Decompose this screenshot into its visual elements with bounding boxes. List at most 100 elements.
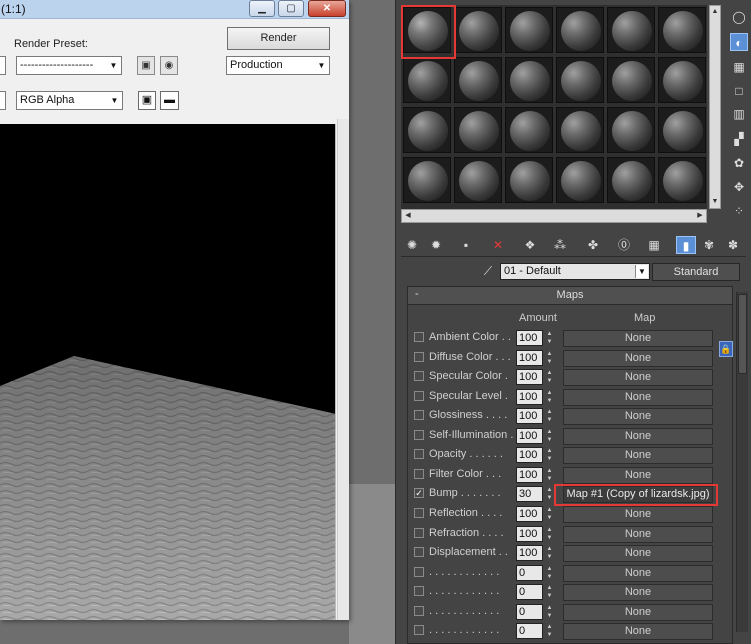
scroll-down-icon[interactable]: ▼	[710, 196, 720, 208]
material-slot[interactable]	[454, 57, 502, 103]
map-slot-button[interactable]: None	[563, 564, 713, 582]
map-amount-field[interactable]: 100	[516, 349, 543, 366]
amount-spinner-icon[interactable]: ▲ ▼	[545, 350, 554, 366]
assign-to-selection-icon[interactable]: ▪	[456, 236, 476, 254]
map-enable-checkbox[interactable]	[414, 586, 424, 597]
map-slot-button[interactable]: None	[563, 584, 713, 602]
make-unique-icon[interactable]: ⁂	[550, 236, 570, 254]
material-type-button[interactable]: Standard	[652, 263, 740, 281]
amount-spinner-icon[interactable]: ▲ ▼	[545, 467, 554, 483]
map-amount-field[interactable]: 30	[516, 486, 543, 503]
map-slot-button[interactable]: None	[563, 427, 713, 445]
map-amount-field[interactable]: 100	[516, 447, 543, 464]
material-navigator-icon[interactable]: ⁘	[730, 202, 748, 220]
slots-horizontal-scrollbar[interactable]: ◀ ▶	[401, 209, 707, 223]
amount-spinner-icon[interactable]: ▲ ▼	[545, 545, 554, 561]
map-enable-checkbox[interactable]	[414, 332, 424, 342]
go-forward-sibling-icon[interactable]: ✽	[723, 236, 743, 254]
map-amount-field[interactable]: 0	[516, 623, 543, 640]
map-slot-button[interactable]: None	[563, 388, 713, 406]
material-slot[interactable]	[658, 57, 706, 103]
map-slot-button[interactable]: None	[563, 330, 713, 347]
material-slot[interactable]	[556, 7, 604, 53]
material-slot[interactable]	[556, 157, 604, 203]
scroll-left-icon[interactable]: ◀	[402, 210, 414, 222]
material-slot[interactable]	[556, 57, 604, 103]
show-map-icon[interactable]: ▦	[644, 236, 664, 254]
minimize-button[interactable]: ▁	[249, 0, 275, 17]
map-enable-checkbox[interactable]	[414, 371, 424, 382]
render-preset-dropdown[interactable]: -------------------- ▼	[16, 56, 122, 75]
material-id-channel-icon[interactable]: ⓪	[614, 236, 634, 254]
make-preview-icon[interactable]: ▞	[730, 130, 748, 148]
backlight-icon[interactable]: ◐	[730, 33, 748, 51]
material-slot[interactable]	[454, 7, 502, 53]
map-enable-checkbox[interactable]	[414, 410, 424, 421]
map-slot-button[interactable]: None	[563, 466, 713, 484]
toggle-ui-icon[interactable]: ▬	[160, 91, 179, 110]
material-slot[interactable]	[505, 7, 553, 53]
get-material-icon[interactable]: ✺	[402, 236, 422, 254]
map-amount-field[interactable]: 100	[516, 388, 543, 405]
map-enable-checkbox[interactable]	[414, 547, 424, 558]
area-to-render-dropdown[interactable]	[0, 56, 6, 75]
material-slot[interactable]	[505, 107, 553, 153]
maximize-button[interactable]: ▢	[278, 0, 304, 17]
map-amount-field[interactable]: 0	[516, 584, 543, 601]
material-slot[interactable]	[403, 157, 451, 203]
amount-spinner-icon[interactable]: ▲ ▼	[545, 330, 554, 346]
material-slot[interactable]	[607, 107, 655, 153]
close-button[interactable]: ✕	[308, 0, 346, 17]
map-amount-field[interactable]: 100	[516, 369, 543, 386]
amount-spinner-icon[interactable]: ▲ ▼	[545, 623, 554, 639]
slots-vertical-scrollbar[interactable]: ▲ ▼	[709, 5, 721, 209]
material-slot[interactable]	[607, 57, 655, 103]
material-slot[interactable]	[658, 7, 706, 53]
amount-spinner-icon[interactable]: ▲ ▼	[545, 369, 554, 385]
make-copy-icon[interactable]: ❖	[520, 236, 540, 254]
map-slot-button[interactable]: None	[563, 525, 713, 543]
map-slot-button[interactable]: None	[563, 447, 713, 465]
panel-scrollbar[interactable]	[736, 292, 748, 632]
scrollbar-thumb[interactable]	[738, 294, 747, 374]
material-slot[interactable]	[607, 157, 655, 203]
material-slot[interactable]	[658, 157, 706, 203]
channel-dropdown[interactable]: RGB Alpha ▼	[16, 91, 123, 110]
amount-spinner-icon[interactable]: ▲ ▼	[545, 526, 554, 542]
map-enable-checkbox[interactable]: ✓	[414, 488, 424, 499]
maps-rollout-header[interactable]: - Maps	[408, 287, 732, 305]
amount-spinner-icon[interactable]: ▲ ▼	[545, 604, 554, 620]
show-end-result-icon[interactable]: ▮	[676, 236, 696, 254]
material-slot[interactable]	[658, 107, 706, 153]
amount-spinner-icon[interactable]: ▲ ▼	[545, 506, 554, 522]
amount-spinner-icon[interactable]: ▲ ▼	[545, 565, 554, 581]
map-enable-checkbox[interactable]	[414, 429, 424, 440]
material-slot[interactable]	[403, 107, 451, 153]
render-button[interactable]: Render	[227, 27, 330, 50]
map-slot-button[interactable]: None	[563, 505, 713, 523]
map-enable-checkbox[interactable]	[414, 468, 424, 479]
map-enable-checkbox[interactable]	[414, 605, 424, 616]
material-slot[interactable]	[454, 157, 502, 203]
scroll-right-icon[interactable]: ▶	[694, 210, 706, 222]
map-amount-field[interactable]: 0	[516, 564, 543, 581]
amount-spinner-icon[interactable]: ▲ ▼	[545, 389, 554, 405]
map-amount-field[interactable]: 0	[516, 603, 543, 620]
options-icon[interactable]: ✿	[730, 154, 748, 172]
put-to-scene-icon[interactable]: ✹	[426, 236, 446, 254]
map-amount-field[interactable]: 100	[516, 427, 543, 444]
map-enable-checkbox[interactable]	[414, 390, 424, 401]
map-amount-field[interactable]: 100	[516, 525, 543, 542]
map-enable-checkbox[interactable]	[414, 625, 424, 636]
title-bar[interactable]: (1:1) ▁ ▢ ✕	[0, 0, 349, 19]
map-slot-button[interactable]: None	[563, 603, 713, 621]
map-slot-button[interactable]: None	[563, 623, 713, 641]
map-amount-field[interactable]: 100	[516, 545, 543, 562]
frame-scrollbar[interactable]	[337, 119, 349, 620]
production-dropdown[interactable]: Production ▼	[226, 56, 330, 75]
material-name-field[interactable]: 01 - Default ▼	[500, 263, 650, 280]
select-by-material-icon[interactable]: ✥	[730, 178, 748, 196]
material-slot[interactable]	[607, 7, 655, 53]
map-enable-checkbox[interactable]	[414, 527, 424, 538]
viewport-dropdown[interactable]	[0, 91, 6, 110]
